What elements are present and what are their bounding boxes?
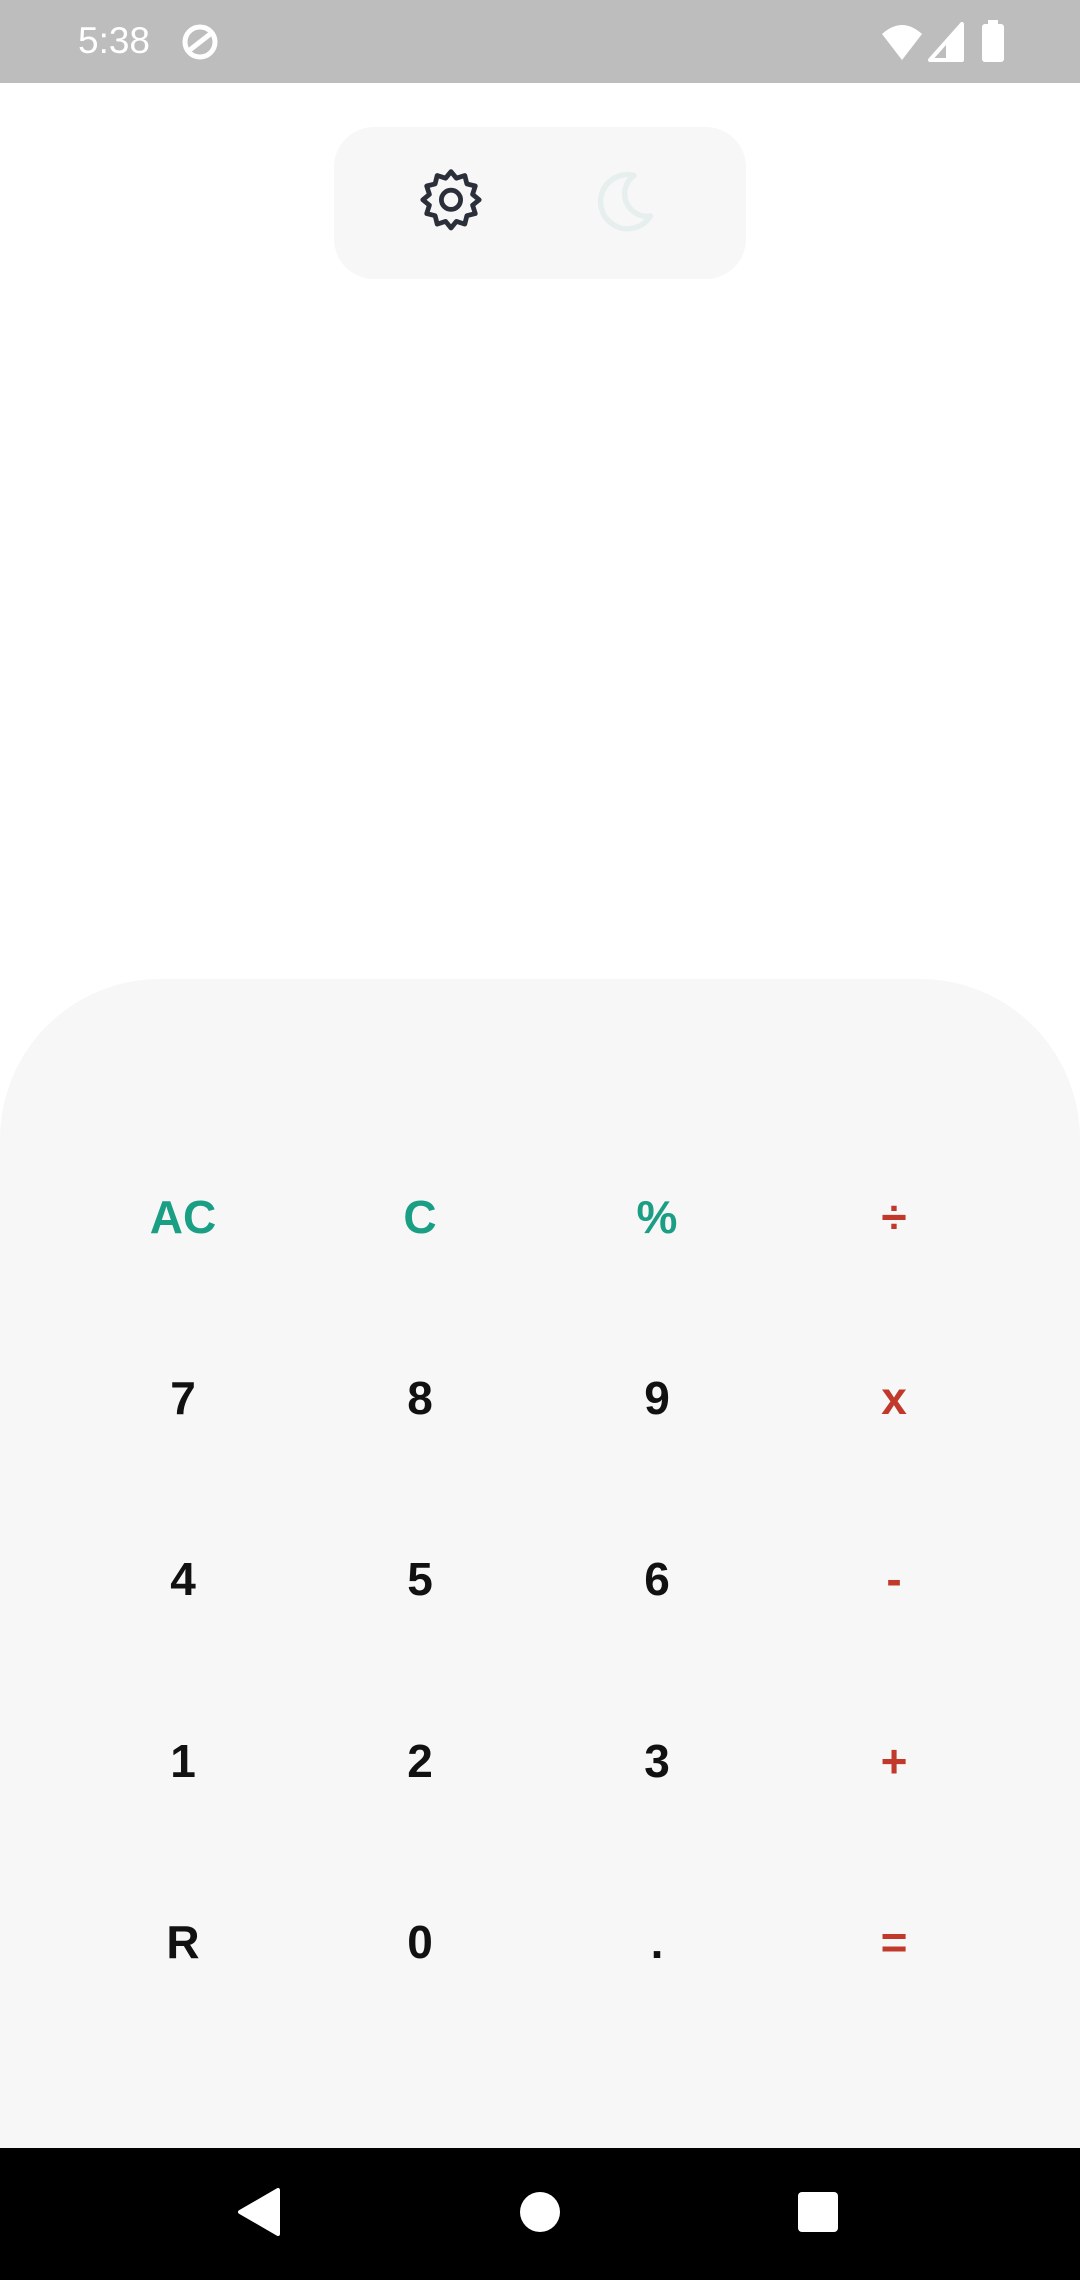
status-time: 5:38 — [78, 20, 151, 61]
divide-key[interactable]: ÷ — [794, 1147, 994, 1287]
back-button[interactable] — [218, 2174, 298, 2254]
add-key[interactable]: + — [794, 1691, 994, 1831]
equals-key[interactable]: = — [794, 1872, 994, 2012]
home-button[interactable] — [500, 2174, 580, 2254]
subtract-key[interactable]: - — [794, 1509, 994, 1649]
r-key[interactable]: R — [83, 1872, 283, 2012]
back-icon — [234, 2186, 282, 2243]
cell-signal-icon — [928, 22, 964, 67]
digit-0-key[interactable]: 0 — [320, 1872, 520, 2012]
digit-9-key[interactable]: 9 — [557, 1328, 757, 1468]
digit-7-key[interactable]: 7 — [83, 1328, 283, 1468]
all-clear-key[interactable]: AC — [83, 1147, 283, 1287]
wifi-icon — [880, 22, 924, 67]
decimal-key[interactable]: . — [557, 1872, 757, 2012]
recents-icon — [797, 2191, 839, 2238]
digit-3-key[interactable]: 3 — [557, 1691, 757, 1831]
status-bar: 5:38 — [0, 0, 1080, 83]
recents-button[interactable] — [778, 2174, 858, 2254]
digit-8-key[interactable]: 8 — [320, 1328, 520, 1468]
digit-4-key[interactable]: 4 — [83, 1509, 283, 1649]
sync-icon — [180, 22, 220, 67]
battery-icon — [980, 20, 1006, 67]
digit-2-key[interactable]: 2 — [320, 1691, 520, 1831]
digit-5-key[interactable]: 5 — [320, 1509, 520, 1649]
digit-1-key[interactable]: 1 — [83, 1691, 283, 1831]
digit-6-key[interactable]: 6 — [557, 1509, 757, 1649]
clear-key[interactable]: C — [320, 1147, 520, 1287]
navigation-bar — [0, 2148, 1080, 2280]
percent-key[interactable]: % — [557, 1147, 757, 1287]
keypad: AC C% ÷ 7 8 9 x 4 5 6- 1 2 3 + R 0. = — [0, 979, 1080, 2148]
calculator-display — [0, 83, 1080, 979]
home-icon — [519, 2191, 561, 2238]
multiply-key[interactable]: x — [794, 1328, 994, 1468]
